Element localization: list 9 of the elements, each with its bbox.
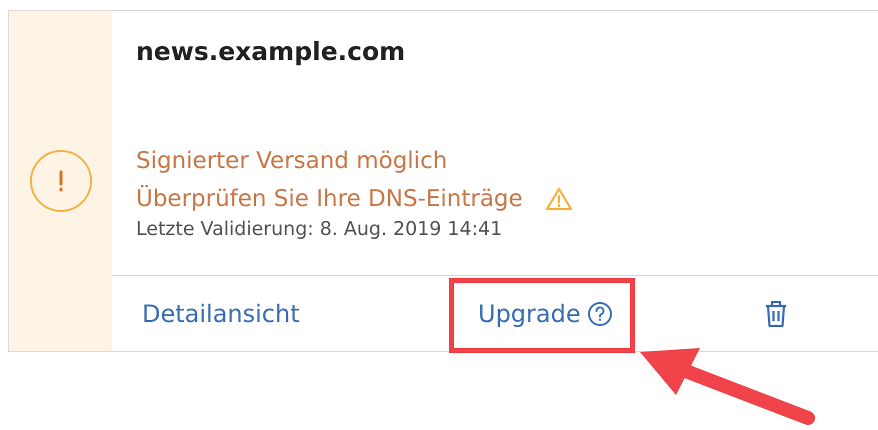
- upgrade-link[interactable]: Upgrade: [478, 300, 613, 328]
- domain-title: news.example.com: [136, 37, 406, 66]
- exclamation-icon: [30, 150, 92, 212]
- status-text: Signierter Versand möglich: [136, 147, 448, 176]
- status-text: Überprüfen Sie Ihre DNS-Einträge: [136, 184, 523, 214]
- last-validation-text: Letzte Validierung: 8. Aug. 2019 14:41: [136, 218, 504, 240]
- details-link[interactable]: Detailansicht: [142, 300, 478, 328]
- warning-icon: [544, 187, 573, 211]
- help-icon: [586, 300, 613, 326]
